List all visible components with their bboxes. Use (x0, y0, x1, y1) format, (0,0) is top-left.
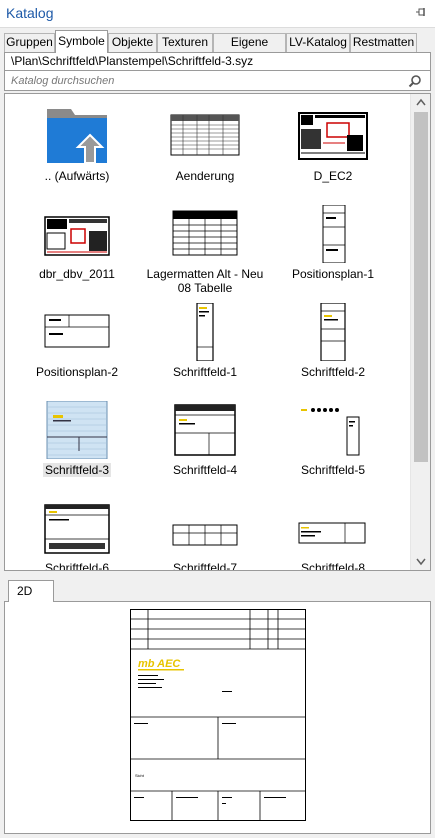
list-item[interactable]: Schriftfeld-5 (269, 394, 397, 490)
pin-icon[interactable] (415, 6, 427, 18)
tab-restmatten[interactable]: Restmatten (350, 33, 417, 52)
preview-pane: mb AEC Sicht (4, 601, 431, 834)
preview-drawing: mb AEC Sicht (130, 609, 306, 821)
tab-2d[interactable]: 2D (8, 580, 54, 602)
catalog-search (4, 71, 431, 91)
titleblock-thumbnail (320, 303, 346, 361)
drawing-thumbnail (44, 216, 110, 256)
catalog-path: \Plan\Schriftfeld\Planstempel\Schriftfel… (4, 52, 431, 71)
list-item[interactable]: .. (Aufwärts) (13, 100, 141, 196)
tab-texturen[interactable]: Texturen (157, 33, 213, 52)
list-item[interactable]: dbr_dbv_2011 (13, 198, 141, 294)
catalog-view: .. (Aufwärts) Aenderung D_EC2 dbr_dbv_20… (4, 93, 431, 571)
titleblock-thumbnail (46, 401, 108, 459)
folder-up-icon (47, 109, 107, 164)
list-item[interactable]: Schriftfeld-2 (269, 296, 397, 392)
list-item[interactable]: Schriftfeld-8 (269, 492, 397, 570)
tab-gruppen[interactable]: Gruppen (4, 33, 55, 52)
panel-title: Katalog (6, 5, 54, 21)
titleblock-thumbnail (298, 522, 366, 544)
scroll-down-icon[interactable] (411, 553, 431, 570)
scroll-thumb[interactable] (414, 112, 428, 462)
panel-titlebar: Katalog (0, 0, 435, 28)
titleblock-thumbnail (174, 404, 236, 456)
list-item[interactable]: Schriftfeld-7 (141, 492, 269, 570)
list-item[interactable]: Schriftfeld-1 (141, 296, 269, 392)
svg-text:Sicht: Sicht (135, 773, 145, 778)
table-thumbnail (172, 210, 238, 256)
titleblock-thumbnail (301, 408, 360, 456)
tab-objekte[interactable]: Objekte (108, 33, 157, 52)
tab-symbole[interactable]: Symbole (55, 30, 108, 53)
search-icon[interactable] (408, 74, 422, 88)
list-item[interactable]: Positionsplan-1 (269, 198, 397, 294)
list-item[interactable]: D_EC2 (269, 100, 397, 196)
titleblock-thumbnail (44, 314, 110, 348)
titleblock-thumbnail (172, 524, 238, 546)
titleblock-thumbnail (44, 504, 110, 554)
list-item[interactable]: Positionsplan-2 (13, 296, 141, 392)
list-item[interactable]: Lagermatten Alt - Neu 08 Tabelle (141, 198, 269, 295)
search-input[interactable] (11, 73, 401, 88)
list-item[interactable]: Aenderung (141, 100, 269, 196)
drawing-thumbnail (298, 112, 368, 160)
list-item[interactable]: Schriftfeld-4 (141, 394, 269, 490)
tab-lv-katalog[interactable]: LV-Katalog (286, 33, 350, 52)
list-item[interactable]: Schriftfeld-3 (13, 394, 141, 490)
symbol-grid: .. (Aufwärts) Aenderung D_EC2 dbr_dbv_20… (5, 94, 409, 570)
svg-text:mb AEC: mb AEC (138, 658, 181, 670)
table-thumbnail (170, 114, 240, 156)
catalog-tabs: Gruppen Symbole Objekte Texturen Eigene … (0, 30, 435, 66)
scroll-up-icon[interactable] (411, 94, 431, 111)
titleblock-thumbnail (322, 205, 346, 263)
catalog-scrollbar[interactable] (410, 94, 430, 570)
tab-eigene-bilder[interactable]: Eigene Bilder (213, 33, 286, 66)
list-item[interactable]: Schriftfeld-6 (13, 492, 141, 570)
titleblock-thumbnail (196, 303, 214, 361)
logo-mbaec-icon: mb AEC (138, 658, 184, 671)
